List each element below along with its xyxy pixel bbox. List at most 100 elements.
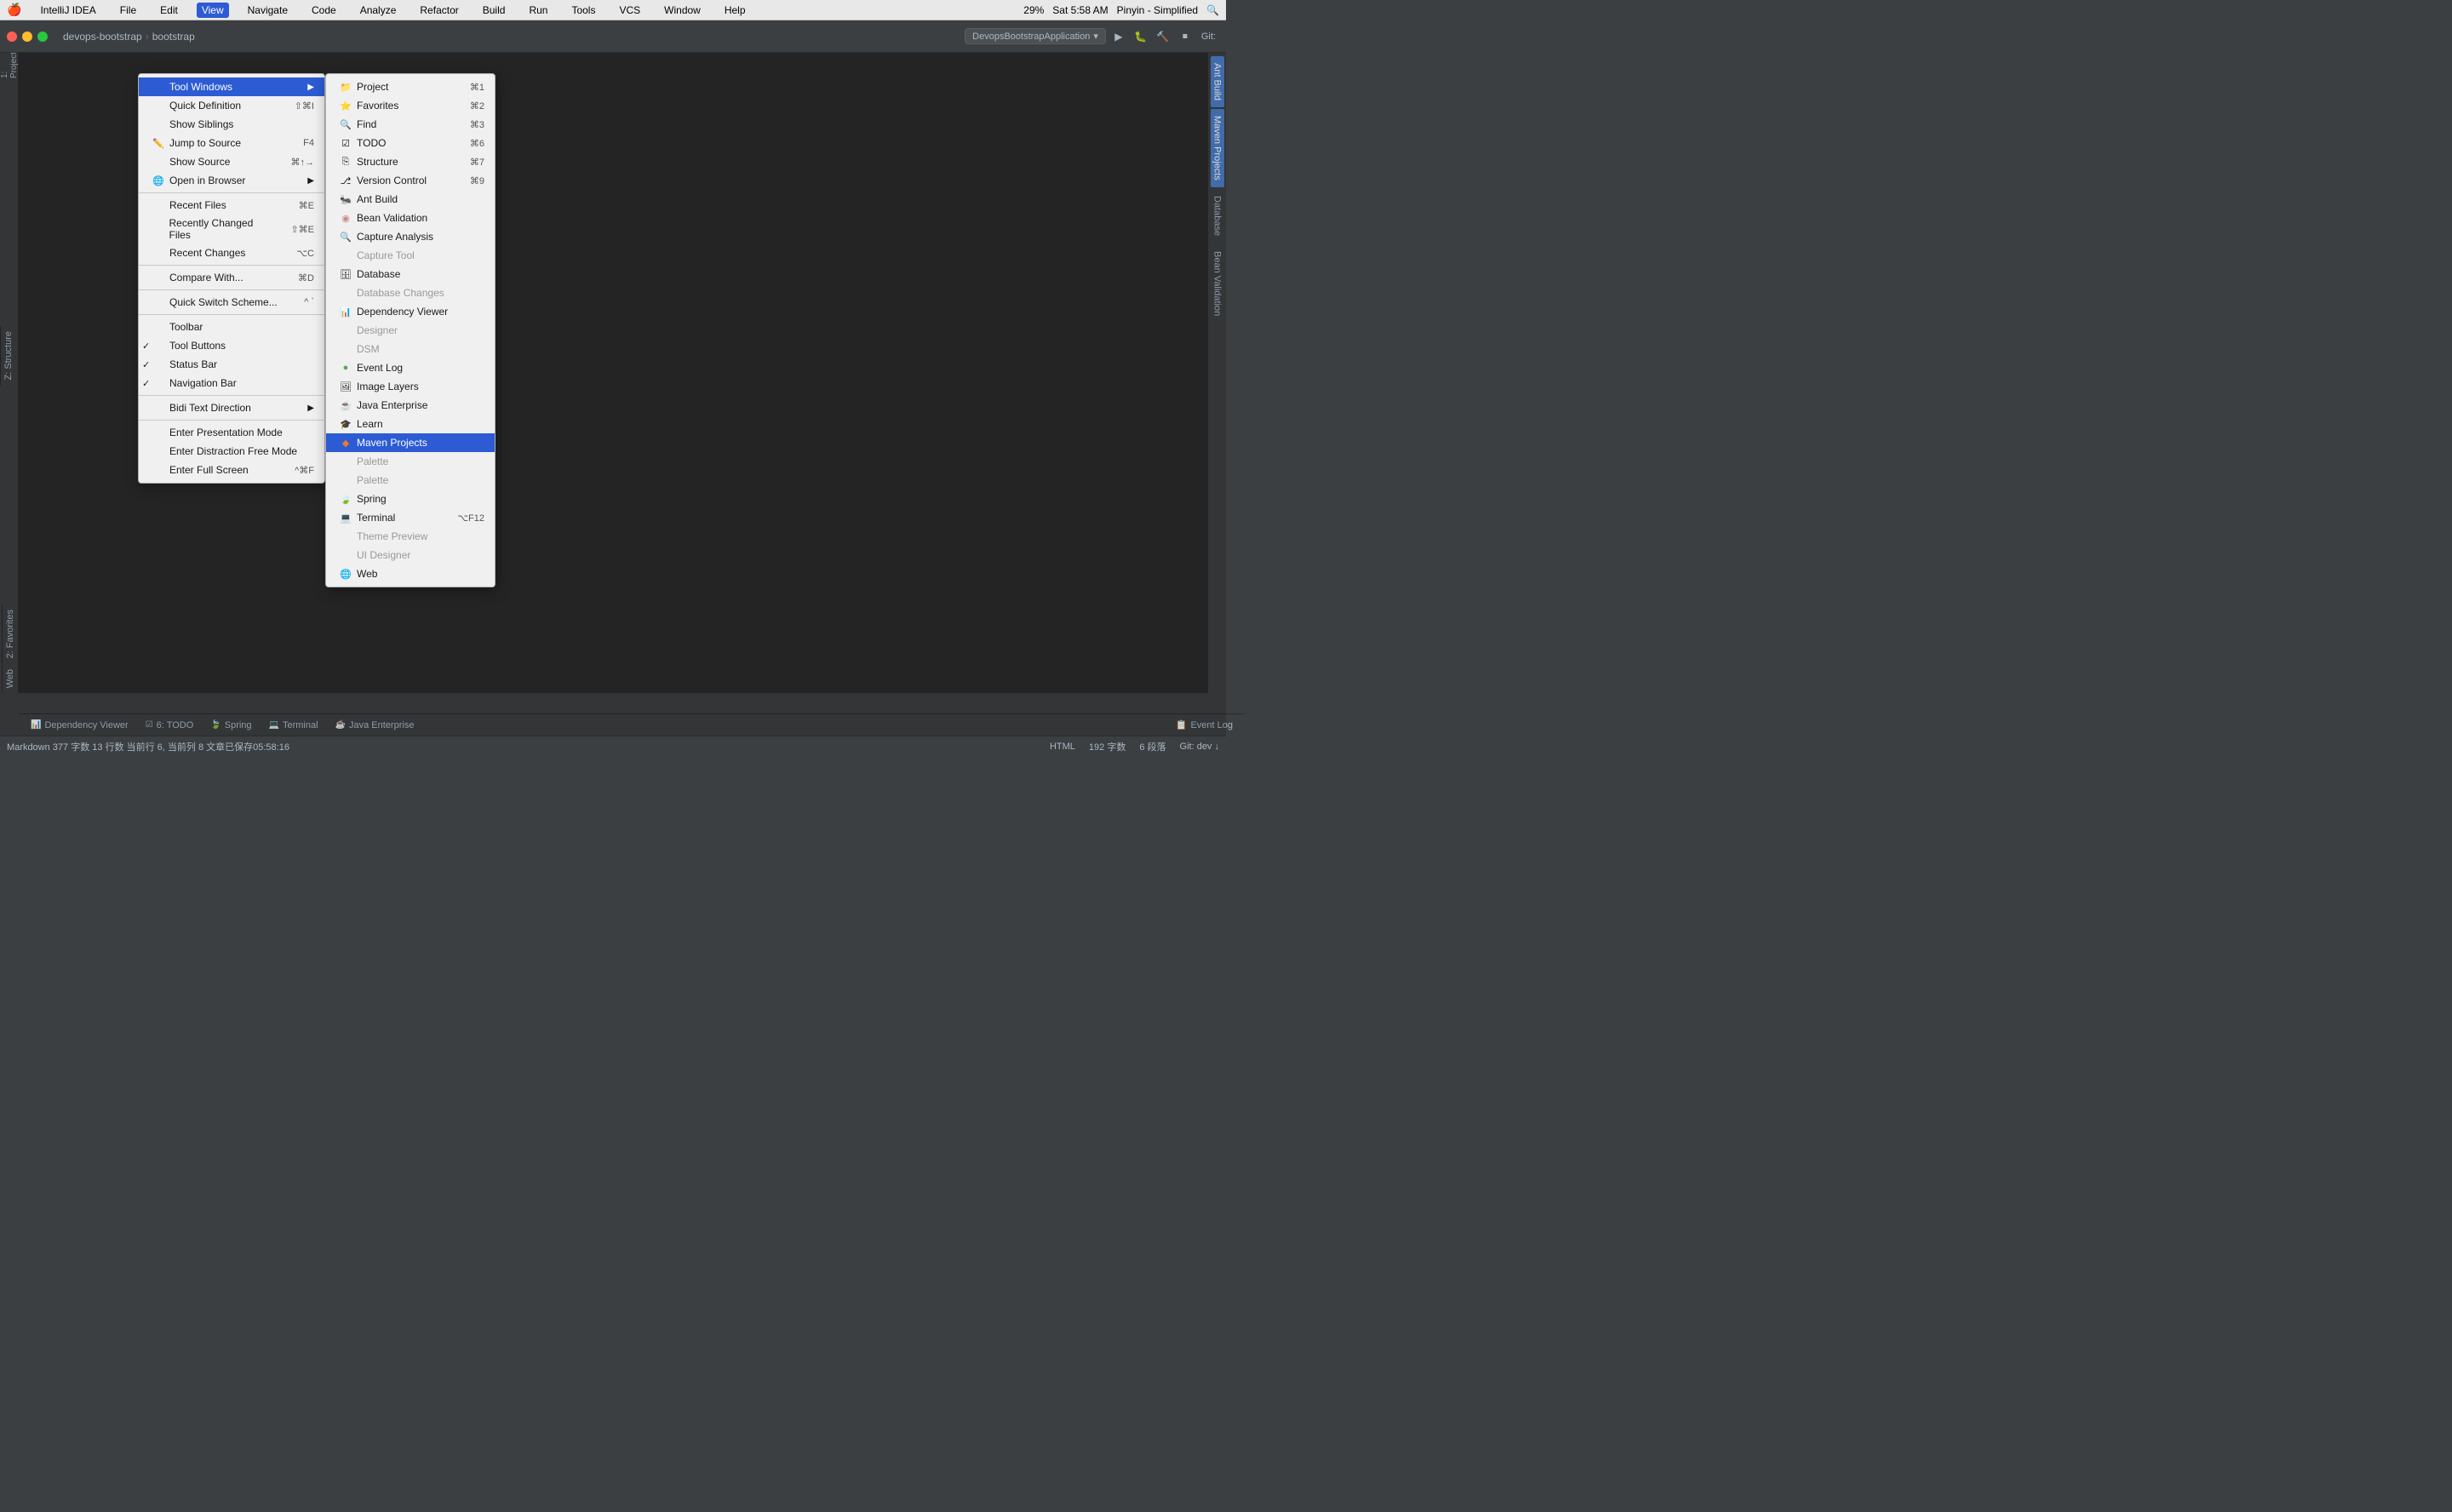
menu-item-recently-changed[interactable]: Recently Changed Files ⇧⌘E (139, 215, 324, 243)
tw-todo[interactable]: ☑ TODO ⌘6 (326, 134, 495, 152)
tw-project[interactable]: 📁 Project ⌘1 (326, 77, 495, 96)
menubar-item-run[interactable]: Run (524, 3, 553, 18)
close-button[interactable] (7, 32, 17, 42)
menu-item-show-source[interactable]: Show Source ⌘↑→ (139, 152, 324, 171)
menu-item-full-screen[interactable]: Enter Full Screen ^⌘F (139, 461, 324, 479)
tw-database-changes: Database Changes (326, 284, 495, 302)
git-status[interactable]: Git: (1198, 27, 1219, 46)
menubar-item-tools[interactable]: Tools (566, 3, 600, 18)
menubar-item-refactor[interactable]: Refactor (415, 3, 463, 18)
menu-item-navigation-bar[interactable]: ✓ Navigation Bar (139, 374, 324, 392)
menu-item-jump-to-source[interactable]: ✏️ Jump to Source F4 (139, 134, 324, 152)
menu-item-toolbar[interactable]: Toolbar (139, 318, 324, 336)
submenu-arrow-icon: ▶ (307, 176, 314, 186)
tool-windows-submenu: 📁 Project ⌘1 ⭐ Favorites ⌘2 🔍 Find ⌘3 ☑ … (325, 73, 496, 587)
search-icon[interactable]: 🔍 (1206, 4, 1219, 16)
tw-spring[interactable]: 🍃 Spring (326, 490, 495, 508)
menu-item-show-siblings[interactable]: Show Siblings (139, 115, 324, 134)
run-button[interactable]: ▶ (1109, 27, 1128, 46)
tw-dsm: DSM (326, 340, 495, 358)
tw-learn[interactable]: 🎓 Learn (326, 415, 495, 433)
menubar-item-edit[interactable]: Edit (155, 3, 183, 18)
project-name[interactable]: devops-bootstrap (63, 31, 142, 43)
menubar-item-analyze[interactable]: Analyze (355, 3, 402, 18)
menu-item-distraction-free[interactable]: Enter Distraction Free Mode (139, 442, 324, 461)
html-indicator[interactable]: HTML (1050, 742, 1075, 752)
char-count: 192 字数 (1089, 740, 1126, 753)
tw-terminal[interactable]: 💻 Terminal ⌥F12 (326, 508, 495, 527)
tw-capture-analysis[interactable]: 🔍 Capture Analysis (326, 227, 495, 246)
breadcrumb: devops-bootstrap › bootstrap (63, 31, 195, 43)
divider-3 (139, 289, 324, 290)
tw-web[interactable]: 🌐 Web (326, 564, 495, 583)
tw-java-enterprise[interactable]: ☕ Java Enterprise (326, 396, 495, 415)
divider-5 (139, 395, 324, 396)
tw-ant-build[interactable]: 🐜 Ant Build (326, 190, 495, 209)
tw-theme-preview: Theme Preview (326, 527, 495, 546)
chevron-down-icon: ▾ (1093, 31, 1098, 42)
menubar-item-intellij[interactable]: IntelliJ IDEA (35, 3, 100, 18)
tw-version-control[interactable]: ⎇ Version Control ⌘9 (326, 171, 495, 190)
ime-indicator: Pinyin - Simplified (1117, 4, 1198, 16)
tw-dependency-viewer[interactable]: 📊 Dependency Viewer (326, 302, 495, 321)
tw-database[interactable]: 🗄 Database (326, 265, 495, 284)
menu-item-tool-buttons[interactable]: ✓ Tool Buttons (139, 336, 324, 355)
menubar-item-view[interactable]: View (197, 3, 229, 18)
menubar-item-build[interactable]: Build (478, 3, 511, 18)
tw-find[interactable]: 🔍 Find ⌘3 (326, 115, 495, 134)
bidi-arrow-icon: ▶ (307, 404, 314, 413)
tw-capture-tool: Capture Tool (326, 246, 495, 265)
menu-item-tool-windows[interactable]: Tool Windows ▶ (139, 77, 324, 96)
arrow-icon: ▶ (307, 83, 314, 92)
apple-menu[interactable]: 🍎 (7, 3, 21, 17)
divider-4 (139, 314, 324, 315)
tw-ui-designer: UI Designer (326, 546, 495, 564)
checkmark-tool-buttons: ✓ (142, 341, 150, 352)
divider-2 (139, 265, 324, 266)
tw-structure[interactable]: ⎘ Structure ⌘7 (326, 152, 495, 171)
menu-item-bidi-text[interactable]: Bidi Text Direction ▶ (139, 398, 324, 417)
section-count: 6 段落 (1139, 740, 1166, 753)
status-bar: Markdown 377 字数 13 行数 当前行 6, 当前列 8 文章已保存… (0, 736, 1226, 756)
menubar-item-vcs[interactable]: VCS (614, 3, 645, 18)
git-branch[interactable]: Git: dev ↓ (1180, 742, 1219, 752)
status-right: HTML 192 字数 6 段落 Git: dev ↓ (1050, 740, 1219, 753)
menu-item-open-in-browser[interactable]: 🌐 Open in Browser ▶ (139, 171, 324, 190)
menubar-item-window[interactable]: Window (659, 3, 706, 18)
menu-item-quick-switch[interactable]: Quick Switch Scheme... ^ ` (139, 293, 324, 312)
menubar-item-file[interactable]: File (115, 3, 141, 18)
clock: Sat 5:58 AM (1052, 4, 1108, 16)
toolbar-right: DevopsBootstrapApplication ▾ ▶ 🐛 🔨 ⏹ Git… (965, 27, 1219, 46)
minimize-button[interactable] (22, 32, 32, 42)
file-name[interactable]: bootstrap (152, 31, 195, 43)
menu-item-recent-files[interactable]: Recent Files ⌘E (139, 196, 324, 215)
stop-button[interactable]: ⏹ (1176, 27, 1194, 46)
fullscreen-button[interactable] (37, 32, 48, 42)
tw-designer: Designer (326, 321, 495, 340)
view-menu: Tool Windows ▶ Quick Definition ⇧⌘I Show… (138, 73, 325, 484)
main-area: 1: Project 2: Favorites Web Z: Structure… (0, 53, 1226, 736)
tw-favorites[interactable]: ⭐ Favorites ⌘2 (326, 96, 495, 115)
menubar-right: 29% Sat 5:58 AM Pinyin - Simplified 🔍 (1023, 4, 1219, 16)
tw-image-layers[interactable]: 🖼 Image Layers (326, 377, 495, 396)
mac-menubar: 🍎 IntelliJ IDEA File Edit View Navigate … (0, 0, 1226, 20)
battery-status: 29% (1023, 4, 1044, 16)
run-config-name: DevopsBootstrapApplication (972, 32, 1090, 42)
tw-event-log[interactable]: ● Event Log (326, 358, 495, 377)
breadcrumb-sep: › (146, 31, 149, 43)
tw-maven-projects[interactable]: ◆ Maven Projects (326, 433, 495, 452)
menu-item-quick-definition[interactable]: Quick Definition ⇧⌘I (139, 96, 324, 115)
menubar-item-code[interactable]: Code (306, 3, 341, 18)
menu-item-presentation-mode[interactable]: Enter Presentation Mode (139, 423, 324, 442)
run-config-selector[interactable]: DevopsBootstrapApplication ▾ (965, 28, 1106, 44)
debug-button[interactable]: 🐛 (1131, 27, 1150, 46)
menu-item-compare-with[interactable]: Compare With... ⌘D (139, 268, 324, 287)
menu-item-status-bar[interactable]: ✓ Status Bar (139, 355, 324, 374)
menubar-item-navigate[interactable]: Navigate (243, 3, 293, 18)
menubar-item-help[interactable]: Help (719, 3, 751, 18)
traffic-lights (7, 32, 48, 42)
build-button[interactable]: 🔨 (1154, 27, 1172, 46)
checkmark-status-bar: ✓ (142, 359, 150, 370)
tw-bean-validation[interactable]: ◉ Bean Validation (326, 209, 495, 227)
menu-item-recent-changes[interactable]: Recent Changes ⌥C (139, 243, 324, 262)
